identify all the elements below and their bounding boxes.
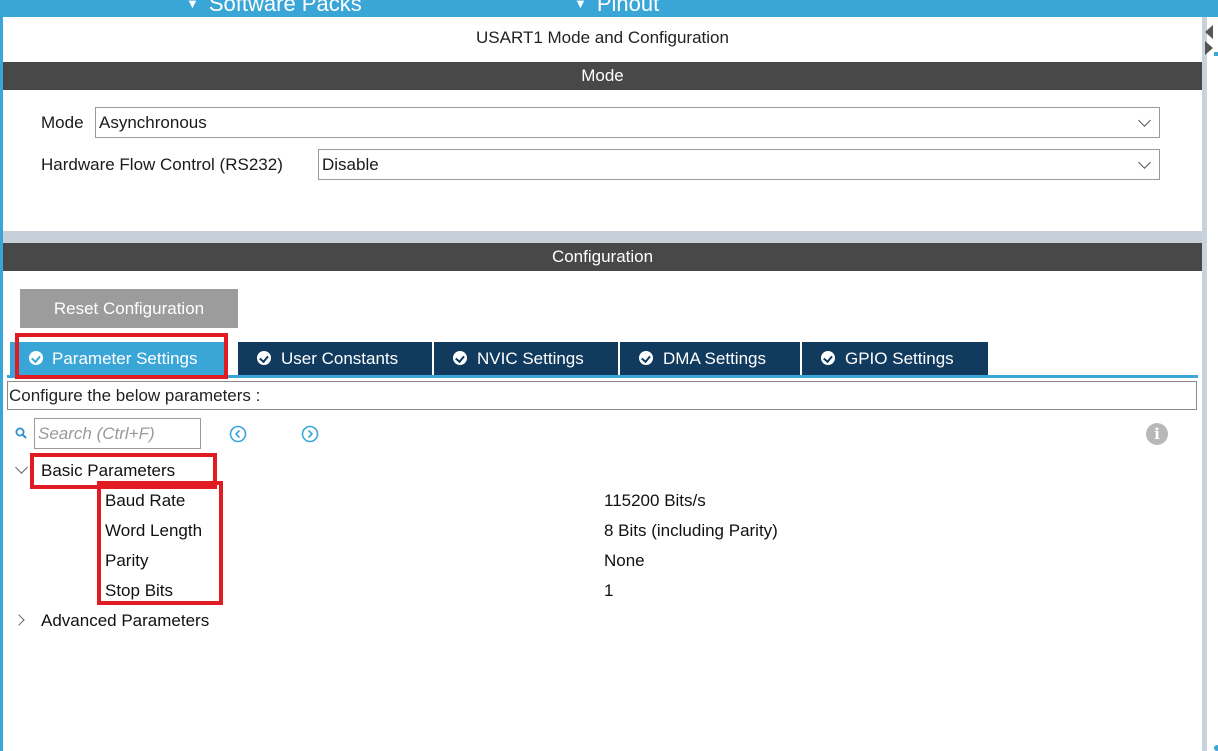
check-circle-icon (453, 351, 467, 365)
splitter-marker-bottom (1214, 745, 1218, 751)
tab-dma-settings-label: DMA Settings (663, 349, 766, 368)
mode-select-value: Asynchronous (99, 113, 207, 132)
left-frame-border (0, 17, 3, 751)
tab-gpio-settings[interactable]: GPIO Settings (802, 342, 988, 375)
menu-pinout-label: Pinout (596, 0, 660, 16)
param-value-stop-bits[interactable]: 1 (604, 581, 613, 601)
info-icon[interactable]: i (1146, 423, 1168, 445)
flow-control-label: Hardware Flow Control (RS232) (41, 155, 283, 174)
mode-section-header[interactable]: Mode (3, 62, 1202, 90)
configuration-section-header[interactable]: Configuration (3, 243, 1202, 271)
section-divider[interactable] (3, 231, 1202, 243)
highlight-box-parameter-names (97, 481, 223, 605)
tab-dma-settings[interactable]: DMA Settings (620, 342, 800, 375)
menu-software-packs[interactable]: ▼ Software Packs (186, 0, 362, 17)
chevron-down-icon: ▼ (574, 0, 587, 11)
chevron-down-icon: ▼ (186, 0, 199, 11)
reset-configuration-button[interactable]: Reset Configuration (20, 289, 238, 328)
prev-circle-icon[interactable] (229, 425, 247, 443)
check-circle-icon (639, 351, 653, 365)
collapse-right-icon[interactable] (1205, 41, 1213, 55)
menu-pinout[interactable]: ▼ Pinout (574, 0, 659, 17)
right-splitter[interactable] (1202, 17, 1218, 751)
param-value-word-length[interactable]: 8 Bits (including Parity) (604, 521, 778, 541)
highlight-box-parameter-tab (15, 333, 228, 379)
chevron-down-icon[interactable] (15, 461, 28, 474)
parameters-description: Configure the below parameters : (7, 381, 1197, 410)
menu-software-packs-label: Software Packs (208, 0, 362, 16)
panel-title: USART1 Mode and Configuration (476, 28, 729, 47)
top-menu-bar: ▼ Software Packs ▼ Pinout (0, 0, 1218, 17)
chevron-down-icon (1138, 114, 1151, 127)
tab-nvic-settings[interactable]: NVIC Settings (434, 342, 618, 375)
tab-user-constants-label: User Constants (281, 349, 399, 368)
mode-label: Mode (41, 113, 84, 132)
flow-control-select-value: Disable (322, 155, 379, 174)
check-circle-icon (257, 351, 271, 365)
splitter-bar[interactable] (1202, 17, 1207, 751)
advanced-parameters-group[interactable]: Advanced Parameters (41, 611, 209, 631)
check-circle-icon (821, 351, 835, 365)
search-input[interactable]: Search (Ctrl+F) (34, 418, 201, 449)
flow-control-select[interactable]: Disable (318, 149, 1160, 180)
tab-user-constants[interactable]: User Constants (238, 342, 432, 375)
next-circle-icon[interactable] (301, 425, 319, 443)
param-value-baud-rate[interactable]: 115200 Bits/s (604, 491, 706, 511)
chevron-right-icon[interactable] (13, 614, 25, 626)
mode-select[interactable]: Asynchronous (95, 107, 1160, 138)
collapse-left-icon[interactable] (1205, 25, 1213, 39)
chevron-down-icon (1138, 156, 1151, 169)
search-icon[interactable] (15, 427, 27, 439)
splitter-marker (1214, 52, 1218, 56)
tab-nvic-settings-label: NVIC Settings (477, 349, 584, 368)
tab-gpio-settings-label: GPIO Settings (845, 349, 954, 368)
param-value-parity[interactable]: None (604, 551, 645, 571)
